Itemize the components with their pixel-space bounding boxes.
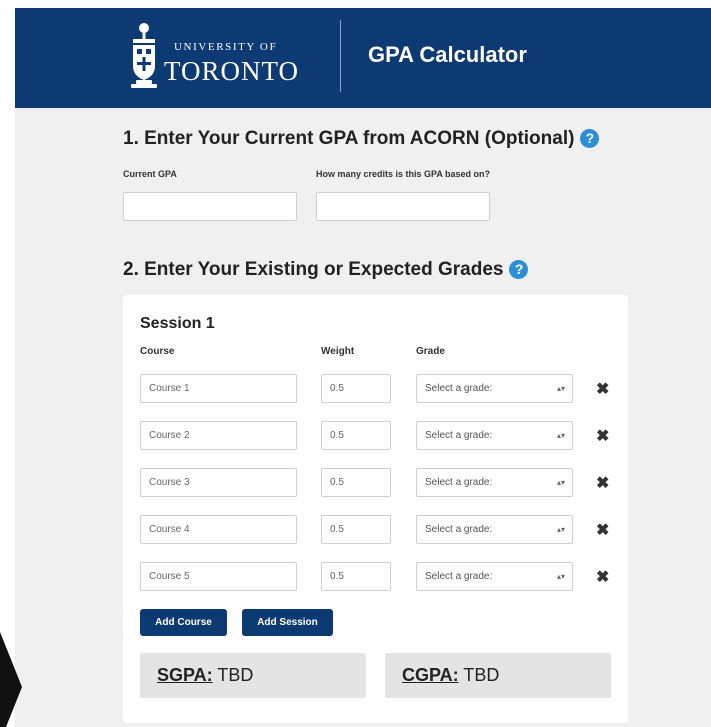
remove-course-icon[interactable]: ✖	[596, 520, 609, 540]
grade-select-value: Select a grade:	[425, 383, 493, 394]
course-name-input[interactable]	[140, 562, 297, 591]
sgpa-result: SGPA: TBD	[140, 653, 366, 698]
course-row: Select a grade: ▴▾ ✖	[123, 515, 628, 545]
grade-select-value: Select a grade:	[425, 524, 493, 535]
grade-select[interactable]: Select a grade: ▴▾	[416, 515, 573, 544]
add-session-button[interactable]: Add Session	[242, 609, 333, 636]
grade-select[interactable]: Select a grade: ▴▾	[416, 562, 573, 591]
course-row: Select a grade: ▴▾ ✖	[123, 468, 628, 498]
select-arrows-icon: ▴▾	[556, 572, 565, 581]
sgpa-label: SGPA:	[157, 665, 213, 685]
course-name-input[interactable]	[140, 468, 297, 497]
grade-column-header: Grade	[416, 346, 445, 357]
weight-input[interactable]	[321, 421, 391, 450]
course-name-input[interactable]	[140, 515, 297, 544]
cgpa-value: TBD	[463, 665, 500, 685]
remove-course-icon[interactable]: ✖	[596, 426, 609, 446]
sgpa-value: TBD	[217, 665, 254, 685]
select-arrows-icon: ▴▾	[556, 384, 565, 393]
course-column-header: Course	[140, 346, 175, 357]
university-crest-icon	[131, 23, 157, 88]
help-icon[interactable]: ?	[509, 260, 529, 279]
grade-select[interactable]: Select a grade: ▴▾	[416, 374, 573, 403]
current-gpa-label: Current GPA	[123, 169, 177, 179]
credits-input[interactable]	[316, 192, 490, 221]
session-title: Session 1	[140, 315, 215, 332]
university-name-small: UNIVERSITY OF	[174, 41, 278, 53]
current-gpa-input[interactable]	[123, 192, 297, 221]
course-name-input[interactable]	[140, 421, 297, 450]
select-arrows-icon: ▴▾	[556, 478, 565, 487]
grade-select[interactable]: Select a grade: ▴▾	[416, 468, 573, 497]
weight-input[interactable]	[321, 374, 391, 403]
session-card: Session 1 Course Weight Grade Select a g…	[123, 295, 628, 723]
university-name: TORONTO	[164, 56, 300, 86]
site-header: UNIVERSITY OF TORONTO GPA Calculator	[15, 8, 711, 108]
select-arrows-icon: ▴▾	[556, 525, 565, 534]
decorative-chevron-mark	[0, 632, 22, 727]
weight-input[interactable]	[321, 468, 391, 497]
cgpa-result: CGPA: TBD	[385, 653, 611, 698]
course-row: Select a grade: ▴▾ ✖	[123, 562, 628, 592]
remove-course-icon[interactable]: ✖	[596, 379, 609, 399]
help-icon[interactable]: ?	[580, 129, 600, 148]
weight-column-header: Weight	[321, 346, 355, 357]
course-row: Select a grade: ▴▾ ✖	[123, 421, 628, 451]
grade-select[interactable]: Select a grade: ▴▾	[416, 421, 573, 450]
weight-input[interactable]	[321, 562, 391, 591]
credits-label: How many credits is this GPA based on?	[316, 169, 491, 179]
course-name-input[interactable]	[140, 374, 297, 403]
remove-course-icon[interactable]: ✖	[596, 567, 609, 587]
page-frame: UNIVERSITY OF TORONTO GPA Calculator 1. …	[15, 8, 711, 727]
app-title: GPA Calculator	[368, 42, 527, 67]
add-course-button[interactable]: Add Course	[140, 609, 227, 636]
section1-heading-text: 1. Enter Your Current GPA from ACORN (Op…	[123, 128, 575, 149]
grade-select-value: Select a grade:	[425, 430, 493, 441]
header-divider	[340, 20, 341, 92]
grade-select-value: Select a grade:	[425, 477, 493, 488]
section2-heading: 2. Enter Your Existing or Expected Grade…	[123, 259, 529, 281]
course-row: Select a grade: ▴▾ ✖	[123, 374, 628, 404]
weight-input[interactable]	[321, 515, 391, 544]
section2-heading-text: 2. Enter Your Existing or Expected Grade…	[123, 259, 504, 280]
remove-course-icon[interactable]: ✖	[596, 473, 609, 493]
cgpa-label: CGPA:	[402, 665, 459, 685]
grade-select-value: Select a grade:	[425, 571, 493, 582]
section1-heading: 1. Enter Your Current GPA from ACORN (Op…	[123, 128, 600, 150]
select-arrows-icon: ▴▾	[556, 431, 565, 440]
